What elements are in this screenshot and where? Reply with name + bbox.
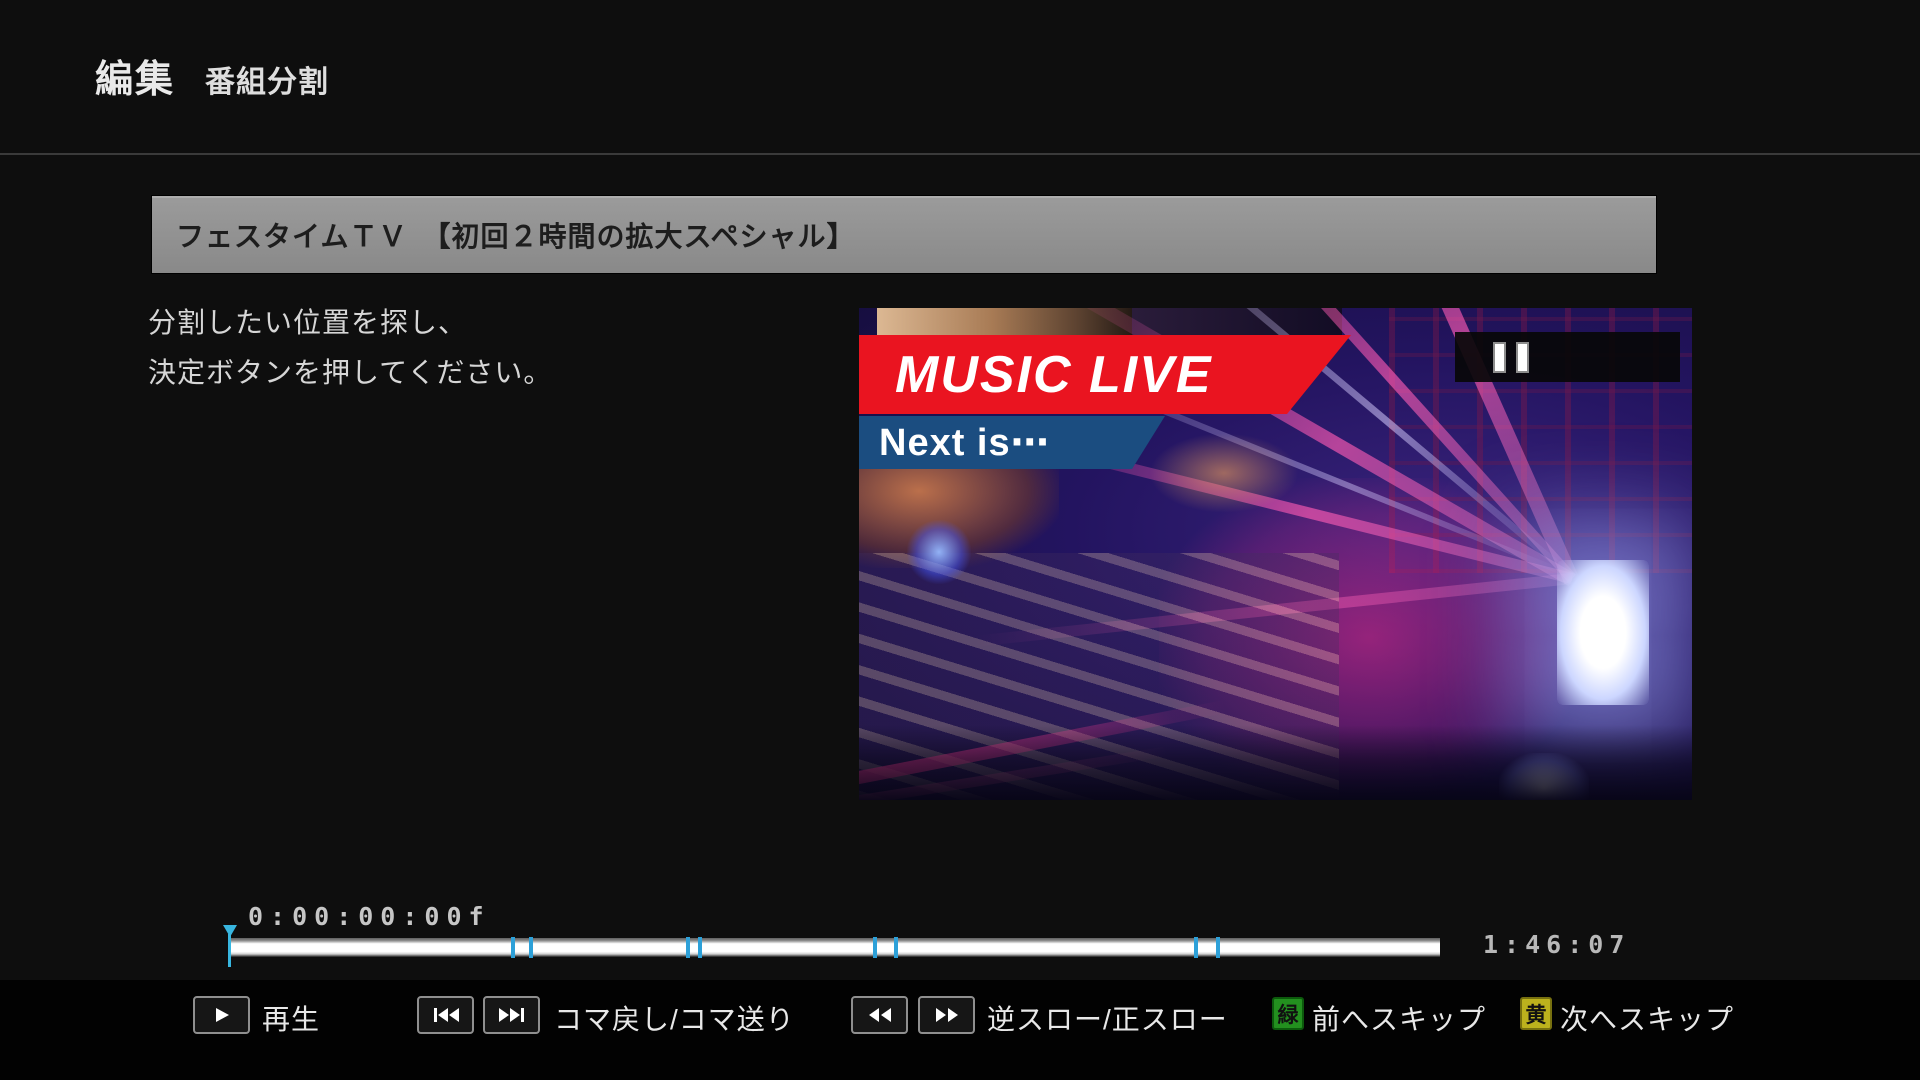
page-subtitle: 番組分割 xyxy=(205,66,330,99)
forward-slow-button[interactable] xyxy=(918,996,975,1034)
play-button[interactable] xyxy=(193,996,250,1034)
chapter-marker[interactable] xyxy=(698,937,703,958)
skip-back-label: 前へスキップ xyxy=(1312,1004,1487,1035)
timeline-bar[interactable] xyxy=(223,925,1440,967)
frame-forward-button[interactable] xyxy=(483,996,540,1034)
video-preview: MUSIC LIVE Next is⋯ xyxy=(859,308,1692,800)
frame-label: コマ戻し/コマ送り xyxy=(554,1004,795,1035)
page-header: 編集 番組分割 xyxy=(95,48,329,103)
scene-crowd xyxy=(859,725,1692,800)
music-live-banner: MUSIC LIVE xyxy=(859,335,1351,414)
scene-sky xyxy=(1132,308,1342,336)
chapter-marker[interactable] xyxy=(686,937,691,958)
page-title: 編集 xyxy=(95,59,176,101)
rewind-icon xyxy=(868,1008,891,1022)
chapter-marker[interactable] xyxy=(1216,937,1221,958)
skip-forward-label: 次へスキップ xyxy=(1560,1004,1735,1035)
music-live-banner-text: MUSIC LIVE xyxy=(895,345,1213,404)
chapter-marker[interactable] xyxy=(894,937,899,958)
chapter-marker[interactable] xyxy=(528,937,533,958)
frame-back-icon xyxy=(433,1008,459,1022)
play-icon xyxy=(215,1008,229,1022)
program-title: フェスタイムＴＶ 【初回２時間の拡大スペシャル】 xyxy=(176,220,856,252)
pause-icon xyxy=(1493,341,1529,373)
yellow-key-badge[interactable]: 黄 xyxy=(1520,997,1552,1030)
next-is-banner: Next is⋯ xyxy=(859,416,1165,469)
pause-indicator xyxy=(1455,332,1680,382)
chapter-marker[interactable] xyxy=(1194,937,1199,958)
instruction-text: 分割したい位置を探し、 決定ボタンを押してください。 xyxy=(148,298,552,398)
green-key-badge[interactable]: 緑 xyxy=(1272,997,1304,1030)
instruction-line-2: 決定ボタンを押してください。 xyxy=(148,357,553,388)
total-duration: 1:46:07 xyxy=(1483,930,1631,959)
chapter-marker[interactable] xyxy=(510,937,515,958)
program-split-screen: 編集 番組分割 フェスタイムＴＶ 【初回２時間の拡大スペシャル】 分割したい位置… xyxy=(0,0,1920,1080)
reverse-slow-button[interactable] xyxy=(851,996,908,1034)
chapter-marker[interactable] xyxy=(872,937,877,958)
program-title-bar: フェスタイムＴＶ 【初回２時間の拡大スペシャル】 xyxy=(152,196,1656,273)
next-is-banner-text: Next is⋯ xyxy=(879,422,1050,464)
scene-led-screen xyxy=(1557,560,1649,705)
instruction-line-1: 分割したい位置を探し、 xyxy=(148,307,468,338)
playhead[interactable] xyxy=(223,925,237,967)
fast-forward-icon xyxy=(935,1008,958,1022)
header-divider xyxy=(0,153,1920,155)
slow-label: 逆スロー/正スロー xyxy=(987,1004,1228,1035)
current-timecode: 0:00:00:00f xyxy=(248,902,491,931)
frame-back-button[interactable] xyxy=(417,996,474,1034)
control-bar: 再生 コマ戻し/コマ送り 逆スロー/正スロー 緑 前へスキップ 黄 次へスキップ xyxy=(0,980,1920,1080)
frame-forward-icon xyxy=(498,1008,524,1022)
play-label: 再生 xyxy=(262,1004,321,1035)
